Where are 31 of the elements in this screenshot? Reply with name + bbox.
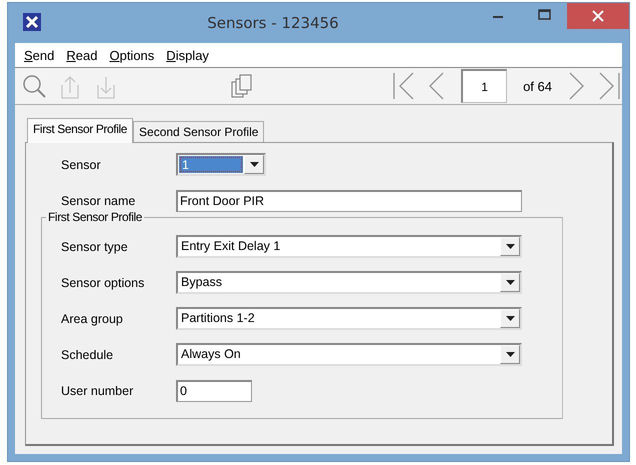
dropdown[interactable]: 1 [176, 153, 266, 176]
dropdown-arrow-icon[interactable] [506, 280, 514, 285]
tab[interactable]: First Sensor Profile [27, 118, 134, 143]
dropdown[interactable]: Bypass [176, 271, 522, 294]
close-icon[interactable] [567, 3, 629, 29]
menu-item[interactable]: Display [160, 48, 215, 62]
page-field[interactable]: 1 [461, 69, 508, 103]
input-field[interactable]: Front Door PIR [176, 190, 522, 212]
field-label: User number [60, 384, 134, 398]
app-icon [23, 13, 41, 31]
field-label: Schedule [60, 348, 114, 362]
field-label: Sensor [60, 158, 102, 172]
menu-item[interactable]: Read [60, 48, 104, 62]
dropdown-arrow-icon[interactable] [506, 244, 514, 249]
menu-item[interactable]: Options [103, 48, 160, 62]
input-field[interactable]: 0 [176, 380, 252, 402]
dropdown[interactable]: Partitions 1-2 [176, 307, 522, 330]
dropdown-arrow-icon[interactable] [506, 352, 514, 357]
dropdown-arrow-icon[interactable] [250, 162, 258, 167]
field-label: Area group [60, 312, 124, 326]
field-label: Sensor options [60, 276, 146, 290]
dropdown-arrow-icon[interactable] [506, 316, 514, 321]
field-label: Sensor type [60, 240, 129, 254]
tab[interactable]: Second Sensor Profile [133, 121, 264, 142]
field-label: Sensor name [60, 194, 136, 208]
group-title: First Sensor Profile [46, 210, 144, 224]
search-icon[interactable] [21, 73, 47, 99]
dropdown[interactable]: Entry Exit Delay 1 [176, 235, 522, 258]
window-title: Sensors - 123456 [206, 14, 340, 32]
dropdown[interactable]: Always On [176, 343, 522, 366]
menu-item[interactable]: Send [18, 48, 60, 62]
